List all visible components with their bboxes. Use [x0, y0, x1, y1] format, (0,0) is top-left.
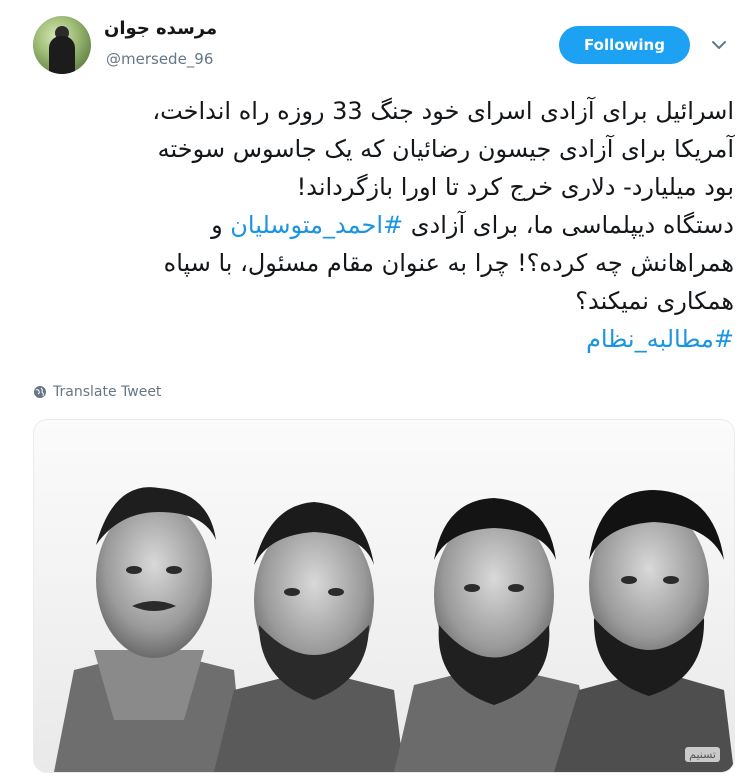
user-display-name[interactable]: مرسده جوان	[104, 18, 217, 39]
chevron-down-icon-svg	[712, 41, 726, 49]
tweet-line-1: اسرائیل برای آزادی اسرای خود جنگ 33 روزه…	[152, 97, 734, 125]
tweet-line-4: دستگاه دیپلماسی ما، برای آزادی #احمد_متو…	[34, 206, 734, 244]
user-handle[interactable]: @mersede_96	[106, 50, 213, 68]
tweet-line-4-suffix: و	[211, 211, 231, 239]
globe-icon	[34, 386, 46, 398]
tweet-line-6: همکاری نمیکند؟	[575, 287, 734, 315]
tweet-line-4-prefix: دستگاه دیپلماسی ما، برای آزادی	[403, 211, 734, 239]
tweet-line-5: همراهانش چه کرده؟! چرا به عنوان مقام مسئ…	[163, 249, 734, 277]
hashtag-link-ahmad[interactable]: #احمد_متوسلیان	[230, 211, 403, 239]
translate-tweet-link[interactable]: Translate Tweet	[33, 384, 161, 400]
tweet-card: مرسده جوان @mersede_96 Following اسرائیل…	[0, 0, 752, 780]
portraits-photo	[34, 420, 734, 772]
avatar[interactable]	[33, 16, 91, 74]
tweet-header: مرسده جوان @mersede_96 Following	[0, 0, 752, 90]
tweet-media-image[interactable]: تسنیم	[33, 419, 735, 773]
hashtag-link-motalebe[interactable]: #مطالبه_نظام	[34, 320, 734, 358]
following-button[interactable]: Following	[559, 26, 690, 64]
tweet-line-3: بود میلیارد- دلاری خرج کرد تا اورا بازگر…	[296, 173, 734, 201]
media-watermark: تسنیم	[685, 747, 720, 762]
translate-tweet-label: Translate Tweet	[53, 384, 162, 400]
chevron-down-icon[interactable]	[710, 36, 728, 54]
tweet-text: اسرائیل برای آزادی اسرای خود جنگ 33 روزه…	[34, 92, 734, 358]
tweet-line-2: آمریکا برای آزادی جیسون رضائیان که یک جا…	[157, 135, 734, 163]
